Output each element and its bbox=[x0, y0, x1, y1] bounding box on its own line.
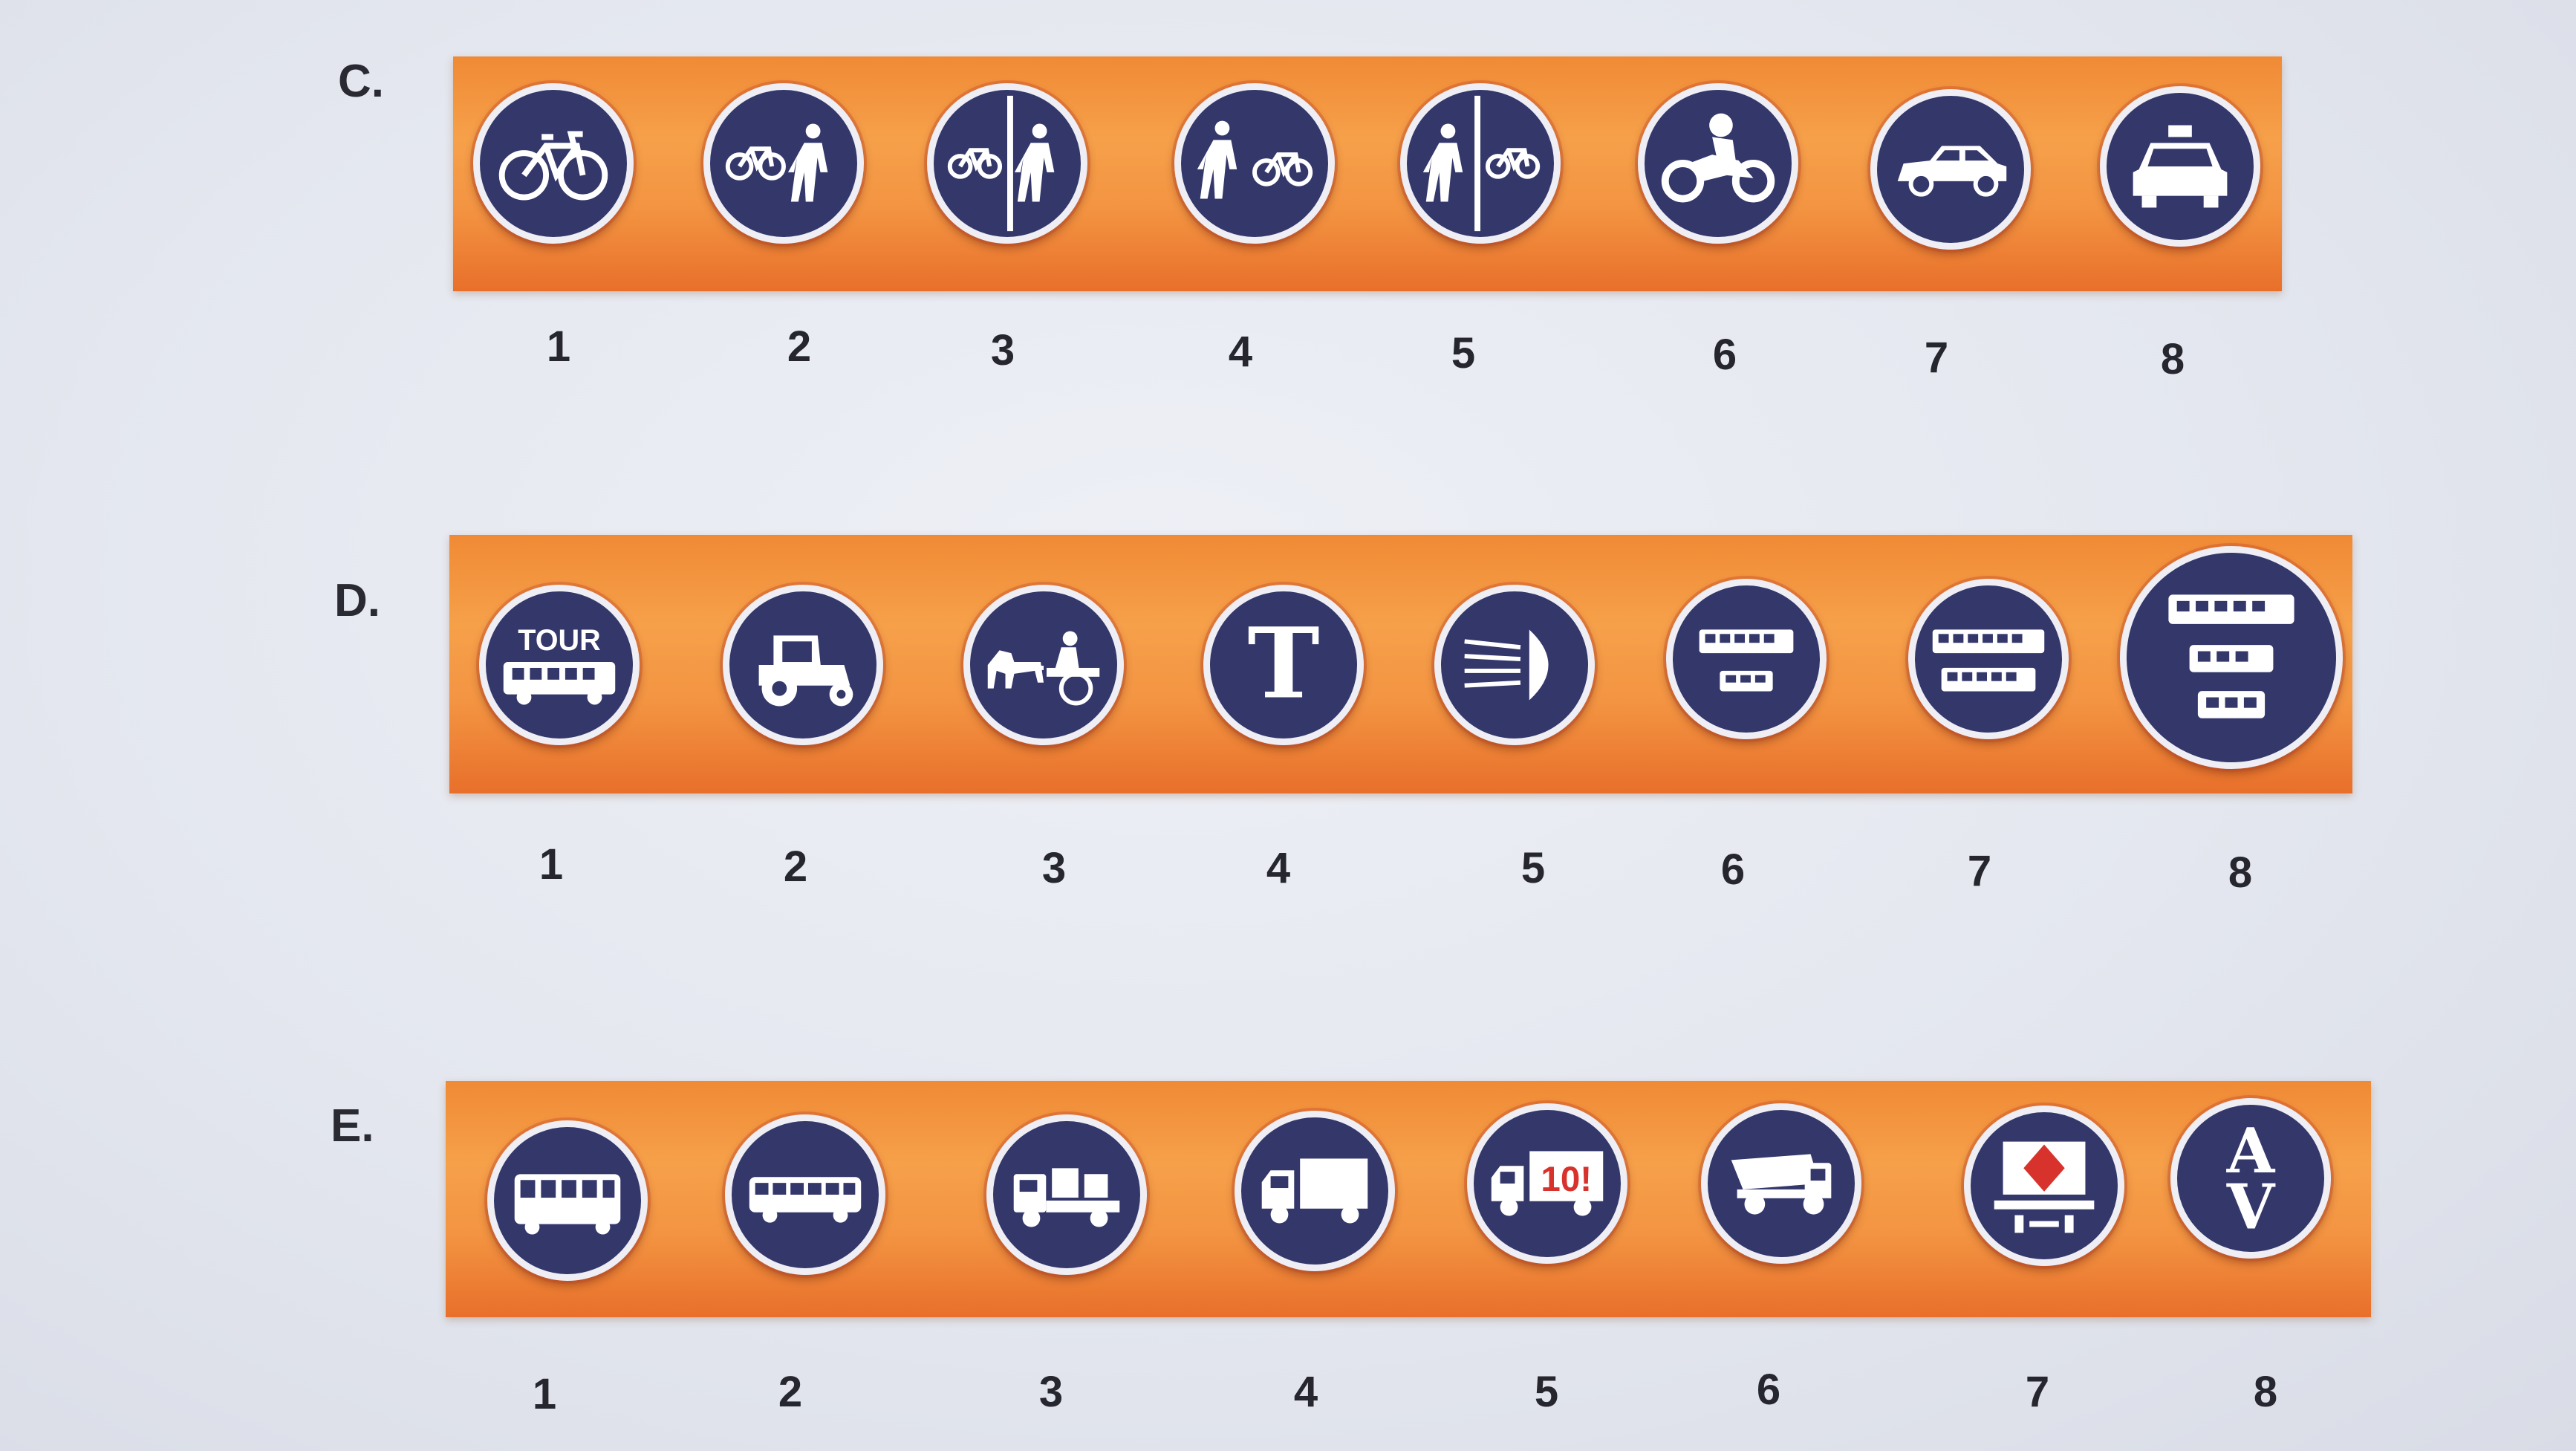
horse-cart-icon bbox=[963, 585, 1124, 745]
hazmat-trailer-icon bbox=[1964, 1106, 2124, 1266]
headlight-icon bbox=[1434, 585, 1595, 745]
row-label: D. bbox=[334, 575, 380, 626]
sign-number: 6 bbox=[1712, 331, 1737, 379]
truck-10t-icon: 10! bbox=[1467, 1103, 1627, 1264]
tour-bus-icon: TOUR bbox=[479, 585, 640, 745]
tour-text: TOUR bbox=[518, 624, 600, 657]
t-letter: T bbox=[1247, 606, 1319, 721]
motorcycle-icon bbox=[1638, 83, 1798, 244]
sign-number: 3 bbox=[1038, 1368, 1064, 1416]
sign-number: 4 bbox=[1228, 328, 1253, 376]
bus-front-icon bbox=[487, 1120, 648, 1281]
sign-number: 6 bbox=[1756, 1366, 1781, 1414]
pedestrian-bicycle-split-icon bbox=[1400, 83, 1561, 244]
sign-number: 4 bbox=[1293, 1368, 1318, 1416]
dump-truck-icon bbox=[1701, 1103, 1861, 1264]
bus-minibus-icon bbox=[1666, 579, 1827, 739]
av-text: AV bbox=[2226, 1114, 2276, 1243]
weight-text: 10! bbox=[1541, 1160, 1592, 1199]
row-label: E. bbox=[331, 1100, 374, 1152]
box-truck-icon bbox=[1235, 1111, 1395, 1271]
sign-number: 8 bbox=[2228, 848, 2253, 897]
pedestrian-bicycle-icon bbox=[1174, 83, 1335, 244]
car-icon bbox=[1870, 89, 2031, 250]
sign-number: 4 bbox=[1266, 844, 1291, 892]
taxi-icon bbox=[2100, 86, 2260, 247]
tractor-icon bbox=[723, 585, 883, 745]
sign-number: 2 bbox=[778, 1368, 803, 1416]
sign-number: 5 bbox=[1534, 1368, 1559, 1416]
sign-number: 2 bbox=[783, 843, 808, 891]
sign-number: 6 bbox=[1720, 845, 1746, 894]
sign-number: 8 bbox=[2160, 335, 2185, 383]
sign-number: 3 bbox=[1041, 844, 1067, 892]
av-icon: AV bbox=[2170, 1098, 2331, 1259]
sign-number: 1 bbox=[532, 1370, 557, 1418]
tram-t-icon: T bbox=[1203, 585, 1364, 745]
flatbed-truck-icon bbox=[986, 1114, 1147, 1275]
sign-number: 3 bbox=[990, 326, 1015, 374]
sign-number: 7 bbox=[1924, 334, 1949, 382]
three-buses-icon bbox=[2120, 546, 2343, 769]
sign-number: 1 bbox=[539, 840, 564, 889]
sign-number: 5 bbox=[1520, 844, 1546, 892]
bicycle-pedestrian-split-icon bbox=[927, 83, 1087, 244]
row-label: C. bbox=[338, 56, 384, 107]
sign-number: 5 bbox=[1451, 329, 1476, 377]
sign-number: 1 bbox=[546, 322, 571, 371]
sign-number: 7 bbox=[2025, 1368, 2050, 1416]
bus-side-icon bbox=[725, 1114, 885, 1275]
sign-number: 2 bbox=[787, 322, 812, 371]
bicycle-icon bbox=[473, 83, 634, 244]
sign-number: 7 bbox=[1967, 847, 1992, 895]
bus-bus-icon bbox=[1908, 579, 2069, 739]
sign-number: 8 bbox=[2253, 1368, 2278, 1416]
bicycle-pedestrian-icon bbox=[703, 83, 864, 244]
